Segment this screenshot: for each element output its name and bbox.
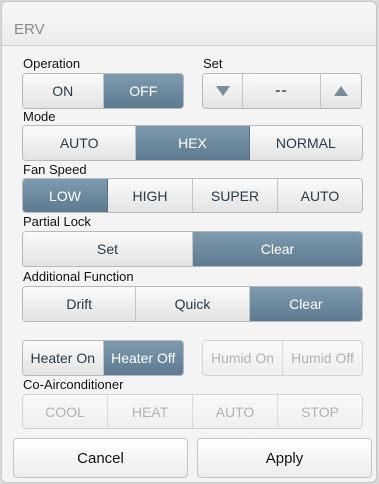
additional-drift-button[interactable]: Drift xyxy=(23,287,137,321)
co-aircon-cool-button: COOL xyxy=(23,395,108,428)
set-stepper: -- xyxy=(202,73,362,109)
humid-toggle: Humid On Humid Off xyxy=(202,340,363,376)
additional-quick-button[interactable]: Quick xyxy=(136,287,250,321)
operation-on-button[interactable]: ON xyxy=(23,74,104,108)
erv-dialog: ERV Operation ON OFF Set -- Mode AUTO HE… xyxy=(1,1,377,483)
additional-clear-button[interactable]: Clear xyxy=(249,287,362,321)
partial-lock-clear-button[interactable]: Clear xyxy=(193,232,362,266)
mode-selector: AUTO HEX NORMAL xyxy=(22,125,363,161)
set-label: Set xyxy=(203,56,223,71)
operation-off-button[interactable]: OFF xyxy=(103,74,183,108)
partial-lock-set-button[interactable]: Set xyxy=(23,232,193,266)
fan-speed-high-button[interactable]: HIGH xyxy=(108,179,193,212)
fan-speed-low-button[interactable]: LOW xyxy=(23,179,108,212)
additional-function-selector: Drift Quick Clear xyxy=(22,286,363,322)
set-value-display: -- xyxy=(243,74,321,108)
fan-speed-selector: LOW HIGH SUPER AUTO xyxy=(22,178,363,213)
operation-label: Operation xyxy=(23,56,81,71)
heater-on-button[interactable]: Heater On xyxy=(23,341,104,375)
humid-off-button: Humid Off xyxy=(283,341,362,375)
co-airconditioner-selector: COOL HEAT AUTO STOP xyxy=(22,394,363,429)
co-aircon-stop-button: STOP xyxy=(278,395,362,428)
set-value: -- xyxy=(275,82,288,99)
co-aircon-auto-button: AUTO xyxy=(193,395,278,428)
triangle-down-icon xyxy=(215,86,230,96)
dialog-title: ERV xyxy=(14,21,45,38)
co-aircon-heat-button: HEAT xyxy=(108,395,193,428)
apply-button[interactable]: Apply xyxy=(197,438,372,478)
partial-lock-label: Partial Lock xyxy=(23,214,91,229)
fan-speed-auto-button[interactable]: AUTO xyxy=(278,179,362,212)
humid-on-button: Humid On xyxy=(203,341,283,375)
mode-hex-button[interactable]: HEX xyxy=(136,126,250,160)
heater-toggle: Heater On Heater Off xyxy=(22,340,184,376)
set-increase-button[interactable] xyxy=(321,74,361,108)
fan-speed-super-button[interactable]: SUPER xyxy=(193,179,278,212)
co-airconditioner-label: Co-Airconditioner xyxy=(23,377,124,392)
operation-toggle: ON OFF xyxy=(22,73,184,109)
additional-function-label: Additional Function xyxy=(23,269,134,284)
triangle-up-icon xyxy=(334,86,348,96)
cancel-button[interactable]: Cancel xyxy=(13,438,188,478)
mode-normal-button[interactable]: NORMAL xyxy=(249,126,362,160)
set-decrease-button[interactable] xyxy=(203,74,243,108)
heater-off-button[interactable]: Heater Off xyxy=(103,341,183,375)
mode-auto-button[interactable]: AUTO xyxy=(23,126,137,160)
title-bar: ERV xyxy=(2,2,376,46)
fan-speed-label: Fan Speed xyxy=(23,162,87,177)
partial-lock-selector: Set Clear xyxy=(22,231,363,267)
mode-label: Mode xyxy=(23,109,56,124)
